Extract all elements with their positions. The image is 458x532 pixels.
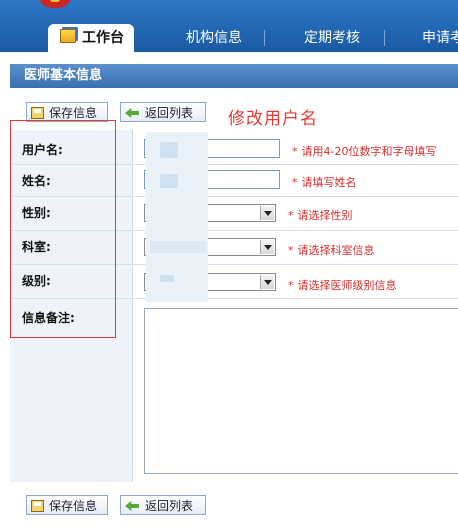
back-button-label: 返回列表: [145, 499, 194, 513]
save-button-label: 保存信息: [49, 106, 98, 120]
redacted-area: [160, 174, 178, 188]
chevron-down-icon: [260, 240, 274, 254]
tab-divider: [384, 30, 385, 46]
emblem-icon: [38, 0, 72, 8]
highlight-box: [10, 120, 116, 338]
top-navigation: 工作台 机构信息 定期考核 申请考: [0, 0, 458, 52]
chevron-down-icon: [260, 275, 274, 289]
redacted-area: [150, 241, 206, 253]
column-divider: [132, 130, 133, 482]
tab-workbench[interactable]: 工作台: [48, 24, 134, 52]
save-icon: [31, 500, 44, 512]
gender-hint: * 请选择性别: [288, 209, 353, 222]
tab-apply-exam[interactable]: 申请考: [422, 24, 458, 52]
back-arrow-icon: [125, 108, 139, 118]
folder-icon: [60, 29, 76, 43]
save-button-bottom[interactable]: 保存信息: [26, 495, 108, 515]
tab-label: 申请考: [422, 30, 458, 46]
chevron-down-icon: [260, 206, 274, 220]
username-hint: * 请用4-20位数字和字母填写: [292, 145, 437, 158]
redacted-area: [150, 282, 190, 298]
back-to-list-button-bottom[interactable]: 返回列表: [120, 495, 206, 515]
tab-label: 定期考核: [304, 30, 360, 46]
name-hint: * 请填写姓名: [292, 176, 357, 189]
section-title: 医师基本信息: [10, 64, 458, 88]
save-button-label: 保存信息: [49, 499, 98, 513]
tab-label: 机构信息: [186, 30, 242, 46]
annotation-text: 修改用户名: [228, 109, 318, 129]
doctor-info-form: 用户名: 姓名: 性别: 科室: 级别: 信息备注: * 请用4-20位数字和字母…: [10, 120, 458, 482]
tab-periodic-assessment[interactable]: 定期考核: [304, 24, 360, 52]
tab-label: 工作台: [82, 30, 124, 46]
tab-institution-info[interactable]: 机构信息: [186, 24, 242, 52]
save-button[interactable]: 保存信息: [26, 102, 108, 122]
back-button-label: 返回列表: [145, 106, 194, 120]
level-hint: * 请选择医师级别信息: [288, 279, 397, 292]
save-icon: [31, 107, 44, 119]
tab-divider: [264, 30, 265, 46]
redacted-area: [160, 142, 178, 158]
remarks-textarea[interactable]: [144, 308, 458, 474]
back-arrow-icon: [125, 501, 139, 511]
back-to-list-button[interactable]: 返回列表: [120, 102, 206, 122]
department-hint: * 请选择科室信息: [288, 244, 375, 257]
